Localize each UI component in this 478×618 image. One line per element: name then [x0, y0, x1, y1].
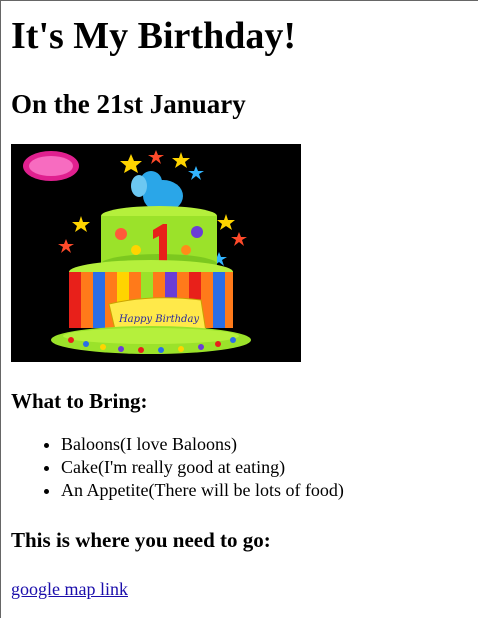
location-heading: This is where you need to go:: [11, 528, 271, 552]
date-heading: On the 21st January: [11, 89, 246, 119]
svg-text:Happy Birthday: Happy Birthday: [118, 314, 199, 325]
page-title: It's My Birthday!: [11, 15, 296, 57]
list-item: Baloons(I love Baloons): [61, 433, 471, 456]
cake-illustration: Happy Birthday Austin!: [11, 144, 301, 362]
bring-list: Baloons(I love Baloons) Cake(I'm really …: [11, 433, 471, 502]
list-item: Cake(I'm really good at eating): [61, 456, 471, 479]
list-item: An Appetite(There will be lots of food): [61, 479, 471, 502]
page-content: It's My Birthday! On the 21st January Ha…: [11, 0, 471, 600]
birthday-cake-image: Happy Birthday Austin!: [11, 144, 301, 362]
google-map-link[interactable]: google map link: [11, 578, 128, 600]
what-to-bring-heading: What to Bring:: [11, 389, 148, 413]
